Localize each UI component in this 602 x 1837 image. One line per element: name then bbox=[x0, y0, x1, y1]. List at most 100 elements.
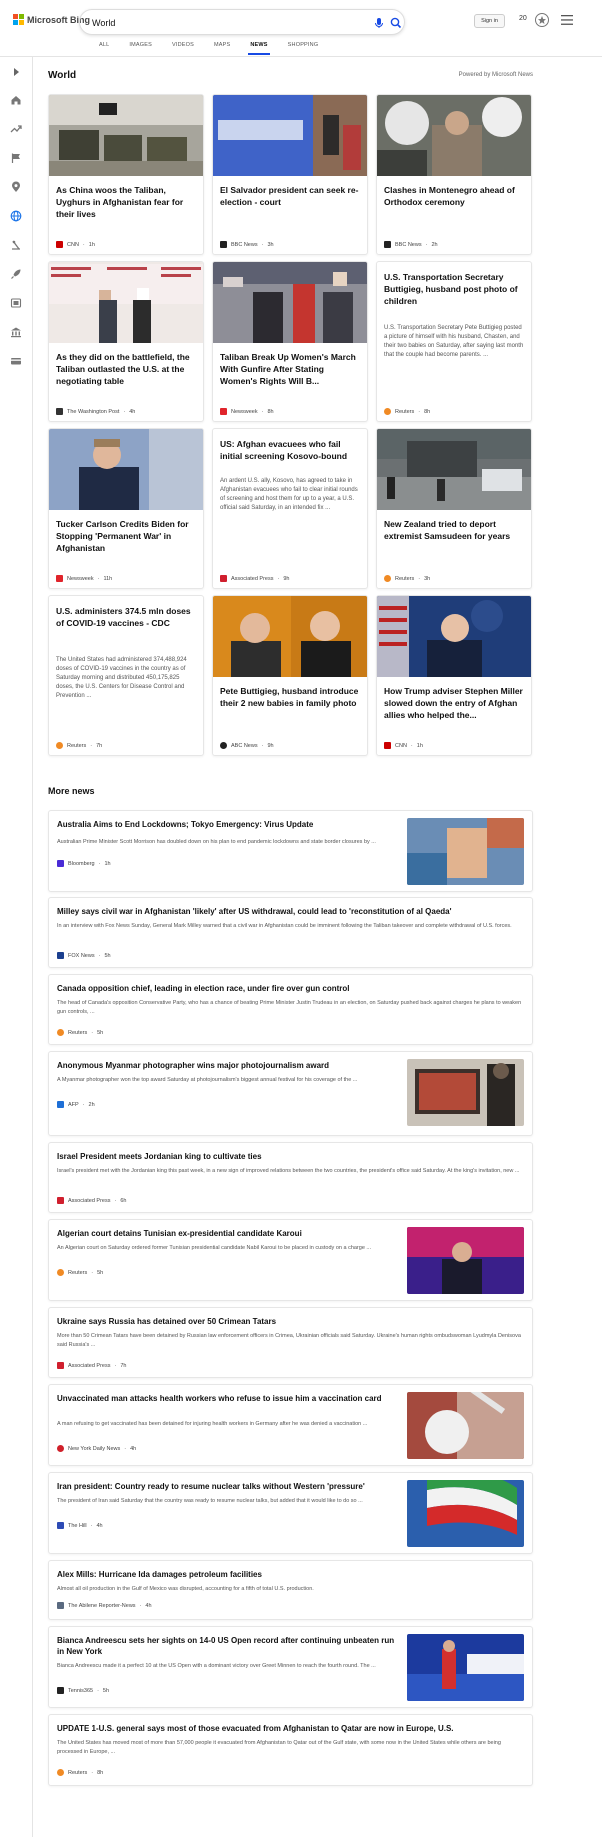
reuters-logo-icon bbox=[57, 1269, 64, 1276]
item-source: AFP · 2h bbox=[57, 1101, 95, 1108]
item-summary: The United States has moved most of more… bbox=[57, 1740, 501, 1755]
item-summary: Australian Prime Minister Scott Morrison… bbox=[57, 839, 376, 845]
more-news-title: More news bbox=[48, 786, 95, 796]
news-list-item[interactable]: Anonymous Myanmar photographer wins majo… bbox=[48, 1051, 533, 1136]
news-card[interactable]: Taliban Break Up Women's March With Gunf… bbox=[212, 261, 368, 422]
news-card[interactable]: As they did on the battlefield, the Tali… bbox=[48, 261, 204, 422]
entertainment-icon[interactable] bbox=[10, 297, 22, 309]
news-card[interactable]: Pete Buttigieg, husband introduce their … bbox=[212, 595, 368, 756]
category-rail bbox=[0, 57, 33, 1837]
news-list-item[interactable]: Canada opposition chief, leading in elec… bbox=[48, 974, 533, 1045]
associated-press-logo-icon bbox=[220, 575, 227, 582]
news-card[interactable]: U.S. administers 374.5 mln doses of COVI… bbox=[48, 595, 204, 756]
globe-icon[interactable] bbox=[10, 210, 22, 222]
item-source: Associated Press · 6h bbox=[57, 1197, 126, 1204]
news-list-item[interactable]: Australia Aims to End Lockdowns; Tokyo E… bbox=[48, 810, 533, 892]
reuters-logo-icon bbox=[384, 408, 391, 415]
vaccine-syringe-thumbnail bbox=[407, 1392, 524, 1459]
bbc-logo-icon bbox=[220, 241, 227, 248]
microsoft-logo-icon bbox=[13, 14, 24, 25]
hamburger-menu-icon[interactable] bbox=[561, 15, 573, 25]
news-card[interactable]: U.S. Transportation Secretary Buttigieg,… bbox=[376, 261, 532, 422]
top-header: Microsoft Bing ALL IMAGES VIDEOS MAPS NE… bbox=[0, 0, 602, 57]
tab-videos[interactable]: VIDEOS bbox=[162, 42, 204, 55]
item-source: Tennis365 · 5h bbox=[57, 1687, 109, 1694]
news-list-item[interactable]: Iran president: Country ready to resume … bbox=[48, 1472, 533, 1554]
microphone-icon[interactable] bbox=[372, 15, 386, 31]
news-list-item[interactable]: Israel President meets Jordanian king to… bbox=[48, 1142, 533, 1213]
card-source: Reuters · 7h bbox=[56, 742, 102, 749]
news-list-item[interactable]: Unvaccinated man attacks health workers … bbox=[48, 1384, 533, 1466]
item-source: Reuters · 8h bbox=[57, 1769, 103, 1776]
item-summary: Israel's president met with the Jordania… bbox=[57, 1168, 520, 1174]
news-card[interactable]: Clashes in Montenegro ahead of Orthodox … bbox=[376, 94, 532, 255]
card-title: El Salvador president can seek re-electi… bbox=[220, 185, 359, 207]
rocket-icon[interactable] bbox=[10, 268, 22, 280]
home-icon[interactable] bbox=[10, 94, 22, 106]
us-open-tennis-thumbnail bbox=[407, 1634, 524, 1701]
tab-maps[interactable]: MAPS bbox=[204, 42, 240, 55]
card-icon[interactable] bbox=[10, 355, 22, 367]
washington-post-logo-icon bbox=[56, 408, 63, 415]
news-card[interactable]: As China woos the Taliban, Uyghurs in Af… bbox=[48, 94, 204, 255]
news-list-item[interactable]: UPDATE 1-U.S. general says most of those… bbox=[48, 1714, 533, 1786]
rewards-points[interactable]: 20 bbox=[519, 15, 527, 22]
news-card[interactable]: El Salvador president can seek re-electi… bbox=[212, 94, 368, 255]
location-icon[interactable] bbox=[10, 181, 22, 193]
item-title: Alex Mills: Hurricane Ida damages petrol… bbox=[57, 1570, 262, 1579]
item-source: Associated Press · 7h bbox=[57, 1362, 126, 1369]
reuters-logo-icon bbox=[384, 575, 391, 582]
karoui-thumbnail bbox=[407, 1227, 524, 1294]
montenegro-clash-image bbox=[377, 95, 531, 176]
item-source: Reuters · 5h bbox=[57, 1029, 103, 1036]
item-source: FOX News · 5h bbox=[57, 952, 111, 959]
taliban-convoy-image bbox=[49, 95, 203, 176]
tab-images[interactable]: IMAGES bbox=[119, 42, 162, 55]
item-source: Reuters · 5h bbox=[57, 1269, 103, 1276]
rewards-icon[interactable] bbox=[534, 12, 550, 28]
afp-logo-icon bbox=[57, 1101, 64, 1108]
item-summary: The president of Iran said Saturday that… bbox=[57, 1498, 363, 1504]
news-list-item[interactable]: Ukraine says Russia has detained over 50… bbox=[48, 1307, 533, 1378]
card-title: How Trump adviser Stephen Miller slowed … bbox=[384, 686, 523, 720]
ny-daily-news-logo-icon bbox=[57, 1445, 64, 1452]
search-input[interactable] bbox=[92, 16, 342, 30]
item-summary: Almost all oil production in the Gulf of… bbox=[57, 1586, 314, 1592]
card-source: The Washington Post · 4h bbox=[56, 408, 135, 415]
item-title: UPDATE 1-U.S. general says most of those… bbox=[57, 1724, 454, 1733]
card-summary: U.S. Transportation Secretary Pete Butti… bbox=[384, 325, 524, 358]
item-title: Iran president: Country ready to resume … bbox=[57, 1482, 365, 1491]
item-title: Israel President meets Jordanian king to… bbox=[57, 1152, 262, 1161]
search-icon[interactable] bbox=[389, 15, 403, 31]
powered-by-label: Powered by Microsoft News bbox=[458, 72, 533, 78]
item-title: Unvaccinated man attacks health workers … bbox=[57, 1394, 382, 1403]
card-title: Taliban Break Up Women's March With Gunf… bbox=[220, 352, 356, 386]
card-summary: An ardent U.S. ally, Kosovo, has agreed … bbox=[220, 478, 358, 511]
tab-news[interactable]: NEWS bbox=[240, 42, 277, 55]
bank-icon[interactable] bbox=[10, 326, 22, 338]
news-card[interactable]: US: Afghan evacuees who fail initial scr… bbox=[212, 428, 368, 589]
new-zealand-police-image bbox=[377, 429, 531, 510]
flag-icon[interactable] bbox=[10, 152, 22, 164]
science-icon[interactable] bbox=[10, 239, 22, 251]
collapse-icon[interactable] bbox=[10, 66, 22, 78]
news-card[interactable]: How Trump adviser Stephen Miller slowed … bbox=[376, 595, 532, 756]
news-card[interactable]: Tucker Carlson Credits Biden for Stoppin… bbox=[48, 428, 204, 589]
tab-all[interactable]: ALL bbox=[89, 42, 119, 55]
tucker-carlson-image bbox=[49, 429, 203, 510]
vaccination-crowd-thumbnail bbox=[407, 818, 524, 885]
trending-icon[interactable] bbox=[10, 123, 22, 135]
news-list-item[interactable]: Algerian court detains Tunisian ex-presi… bbox=[48, 1219, 533, 1301]
card-title: Tucker Carlson Credits Biden for Stoppin… bbox=[56, 519, 189, 553]
news-card[interactable]: New Zealand tried to deport extremist Sa… bbox=[376, 428, 532, 589]
bbc-logo-icon bbox=[384, 241, 391, 248]
sign-in-button[interactable]: Sign in bbox=[474, 14, 505, 28]
news-list-item[interactable]: Alex Mills: Hurricane Ida damages petrol… bbox=[48, 1560, 533, 1620]
fox-news-logo-icon bbox=[57, 952, 64, 959]
news-list-item[interactable]: Bianca Andreescu sets her sights on 14-0… bbox=[48, 1626, 533, 1708]
tennis365-logo-icon bbox=[57, 1687, 64, 1694]
newsweek-logo-icon bbox=[220, 408, 227, 415]
news-list-item[interactable]: Milley says civil war in Afghanistan 'li… bbox=[48, 897, 533, 968]
tab-shopping[interactable]: SHOPPING bbox=[278, 42, 329, 55]
card-source: Newsweek · 11h bbox=[56, 575, 112, 582]
